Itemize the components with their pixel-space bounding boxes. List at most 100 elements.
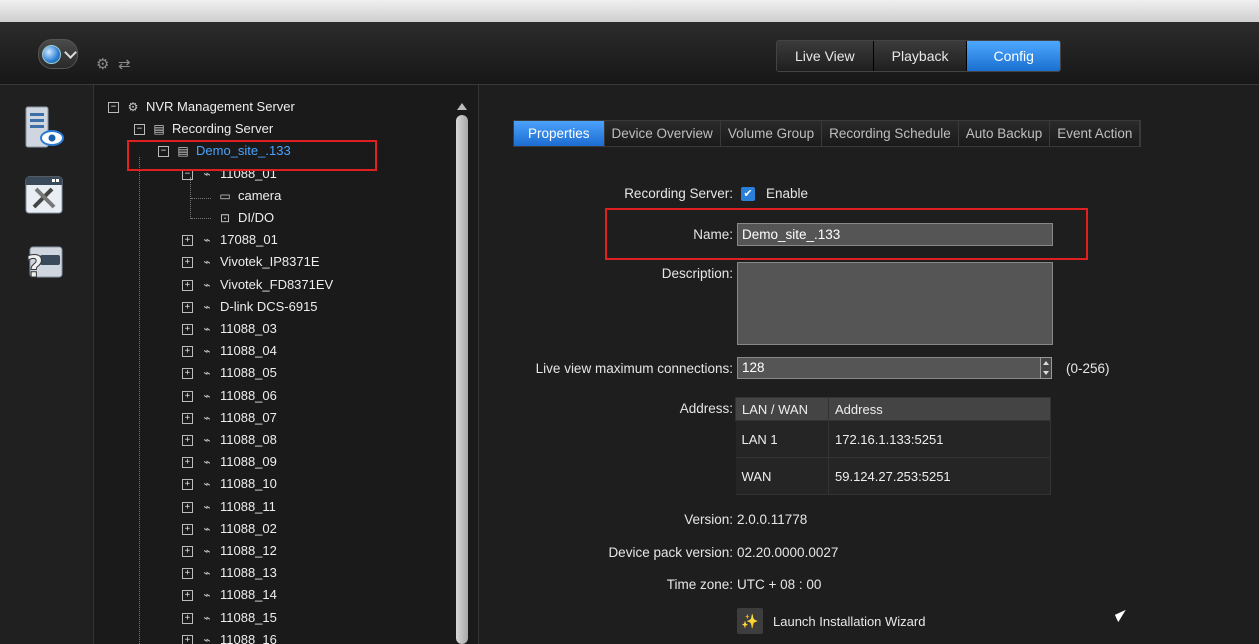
version-label: Version: — [684, 512, 733, 527]
expand-toggle-icon[interactable]: + — [182, 345, 193, 357]
tree-item-dido[interactable]: ⊡ DI/DO — [218, 208, 274, 228]
expand-toggle-icon[interactable]: + — [182, 367, 193, 379]
tab-volume-group[interactable]: Volume Group — [720, 121, 823, 146]
tree-item-device[interactable]: + ⌁ D-link DCS-6915 — [182, 297, 318, 317]
tree-item-device[interactable]: + ⌁ 11088_10 — [182, 474, 277, 494]
scroll-thumb[interactable] — [456, 115, 468, 644]
device-pack-value: 02.20.0000.0027 — [737, 545, 839, 560]
tree-item-device[interactable]: + ⌁ 11088_02 — [182, 519, 277, 539]
help-icon[interactable]: ? — [24, 241, 64, 287]
table-row[interactable]: LAN 1 172.16.1.133:5251 — [735, 420, 1051, 458]
expand-toggle-icon[interactable]: + — [182, 301, 193, 313]
timezone-label: Time zone: — [666, 577, 733, 592]
expand-toggle-icon[interactable]: + — [182, 412, 193, 424]
column-header: Address — [828, 397, 1051, 421]
tree-item-label: 11088_11 — [220, 499, 276, 514]
tree-item-recording-server[interactable]: − ▤ Recording Server — [134, 119, 273, 139]
expand-toggle-icon[interactable]: + — [182, 478, 193, 490]
server-monitor-icon[interactable] — [24, 105, 64, 151]
tree-item-device[interactable]: + ⌁ Vivotek_IP8371E — [182, 252, 320, 272]
expand-toggle-icon[interactable]: + — [182, 523, 193, 535]
description-label: Description: — [661, 266, 733, 281]
sync-icon[interactable]: ⇄ — [118, 55, 131, 73]
tab-device-overview[interactable]: Device Overview — [604, 121, 721, 146]
tree-item-device[interactable]: + ⌁ 17088_01 — [182, 230, 278, 250]
tree-item-label: Recording Server — [172, 121, 274, 136]
scroll-up-arrow[interactable] — [457, 103, 467, 110]
tree-item-device[interactable]: + ⌁ 11088_08 — [182, 430, 277, 450]
playback-button[interactable]: Playback — [873, 41, 968, 71]
name-label: Name: — [693, 227, 733, 242]
tree-item-device[interactable]: + ⌁ Vivotek_FD8371EV — [182, 275, 333, 295]
tree-item-label: 11088_16 — [220, 632, 277, 644]
tree-guide-line — [191, 218, 211, 219]
top-toolbar: ⚙ ⇄ Live View Playback Config — [0, 22, 1259, 85]
window-top-strip — [0, 0, 1259, 22]
enable-checkbox[interactable]: ✔ — [741, 187, 755, 201]
table-header-row: LAN / WAN Address — [735, 397, 1051, 421]
tab-auto-backup[interactable]: Auto Backup — [958, 121, 1051, 146]
highlight-box-tree — [127, 140, 377, 171]
tree-item-device[interactable]: + ⌁ 11088_12 — [182, 541, 277, 561]
tab-event-action[interactable]: Event Action — [1050, 121, 1141, 146]
tree-item-nvr-management-server[interactable]: − ⚙ NVR Management Server — [108, 97, 295, 117]
tree-scrollbar[interactable] — [455, 103, 469, 644]
tree-item-device[interactable]: + ⌁ 11088_14 — [182, 585, 277, 605]
expand-toggle-icon[interactable]: + — [182, 456, 193, 468]
live-view-button[interactable]: Live View — [777, 41, 874, 71]
expand-toggle-icon[interactable]: + — [182, 234, 193, 246]
description-textarea[interactable] — [737, 262, 1053, 345]
tree-item-device[interactable]: + ⌁ 11088_07 — [182, 408, 277, 428]
expand-toggle-icon[interactable]: + — [182, 612, 193, 624]
camera-device-icon: ⌁ — [203, 522, 211, 536]
tree-item-device[interactable]: + ⌁ 11088_11 — [182, 497, 276, 517]
name-input[interactable]: Demo_site_.133 — [737, 223, 1053, 246]
camera-device-icon: ⌁ — [203, 455, 211, 469]
camera-device-icon: ⌁ — [203, 633, 211, 644]
expand-toggle-icon[interactable]: + — [182, 501, 193, 513]
expand-toggle-icon[interactable]: + — [182, 634, 193, 644]
settings-upload-icon[interactable]: ⚙ — [96, 55, 109, 73]
expand-toggle-icon[interactable]: + — [182, 323, 193, 335]
live-max-input[interactable]: 128 — [737, 357, 1041, 379]
expand-toggle-icon[interactable]: + — [182, 434, 193, 446]
expand-toggle-icon[interactable]: + — [182, 279, 193, 291]
tree-item-device[interactable]: + ⌁ 11088_16 — [182, 630, 277, 644]
mode-switcher: Live View Playback Config — [776, 40, 1061, 72]
tree-item-device[interactable]: + ⌁ 11088_04 — [182, 341, 277, 361]
tree-item-device[interactable]: + ⌁ 11088_03 — [182, 319, 277, 339]
tree-item-device[interactable]: + ⌁ 11088_05 — [182, 363, 277, 383]
config-tabs: Properties Device Overview Volume Group … — [513, 120, 1142, 147]
expand-toggle-icon[interactable]: + — [182, 567, 193, 579]
launch-wizard-button[interactable]: ✨ Launch Installation Wizard — [737, 608, 925, 634]
tab-properties[interactable]: Properties — [514, 121, 605, 146]
camera-device-icon: ⌁ — [203, 500, 211, 514]
tree-item-label: 11088_12 — [220, 543, 277, 558]
enable-label: Enable — [766, 186, 809, 201]
expand-toggle-icon[interactable]: + — [182, 589, 193, 601]
tab-recording-schedule[interactable]: Recording Schedule — [822, 121, 959, 146]
tools-config-icon[interactable] — [24, 173, 64, 219]
tree-item-label: 11088_04 — [220, 343, 277, 358]
expand-toggle-icon[interactable]: + — [182, 256, 193, 268]
tree-guide-line — [139, 157, 140, 644]
tree-item-device[interactable]: + ⌁ 11088_09 — [182, 452, 277, 472]
camera-device-icon: ⌁ — [203, 322, 211, 336]
launch-wizard-label: Launch Installation Wizard — [773, 613, 926, 629]
tree-item-camera[interactable]: ▭ camera — [218, 186, 281, 206]
tree-item-device[interactable]: + ⌁ 11088_13 — [182, 563, 277, 583]
tree-item-device[interactable]: + ⌁ 11088_06 — [182, 386, 277, 406]
table-cell: WAN — [735, 457, 829, 495]
spin-stepper[interactable] — [1040, 357, 1052, 379]
camera-device-icon: ⌁ — [203, 300, 211, 314]
chevron-down-icon — [63, 45, 77, 59]
collapse-toggle-icon[interactable]: − — [134, 123, 145, 135]
globe-menu-button[interactable] — [38, 39, 78, 69]
tree-item-device[interactable]: + ⌁ 11088_15 — [182, 608, 277, 628]
table-row[interactable]: WAN 59.124.27.253:5251 — [735, 457, 1051, 495]
expand-toggle-icon[interactable]: + — [182, 390, 193, 402]
config-button[interactable]: Config — [967, 41, 1060, 71]
expand-toggle-icon[interactable]: + — [182, 545, 193, 557]
tree-item-label: Vivotek_IP8371E — [220, 254, 320, 269]
collapse-toggle-icon[interactable]: − — [108, 101, 119, 113]
